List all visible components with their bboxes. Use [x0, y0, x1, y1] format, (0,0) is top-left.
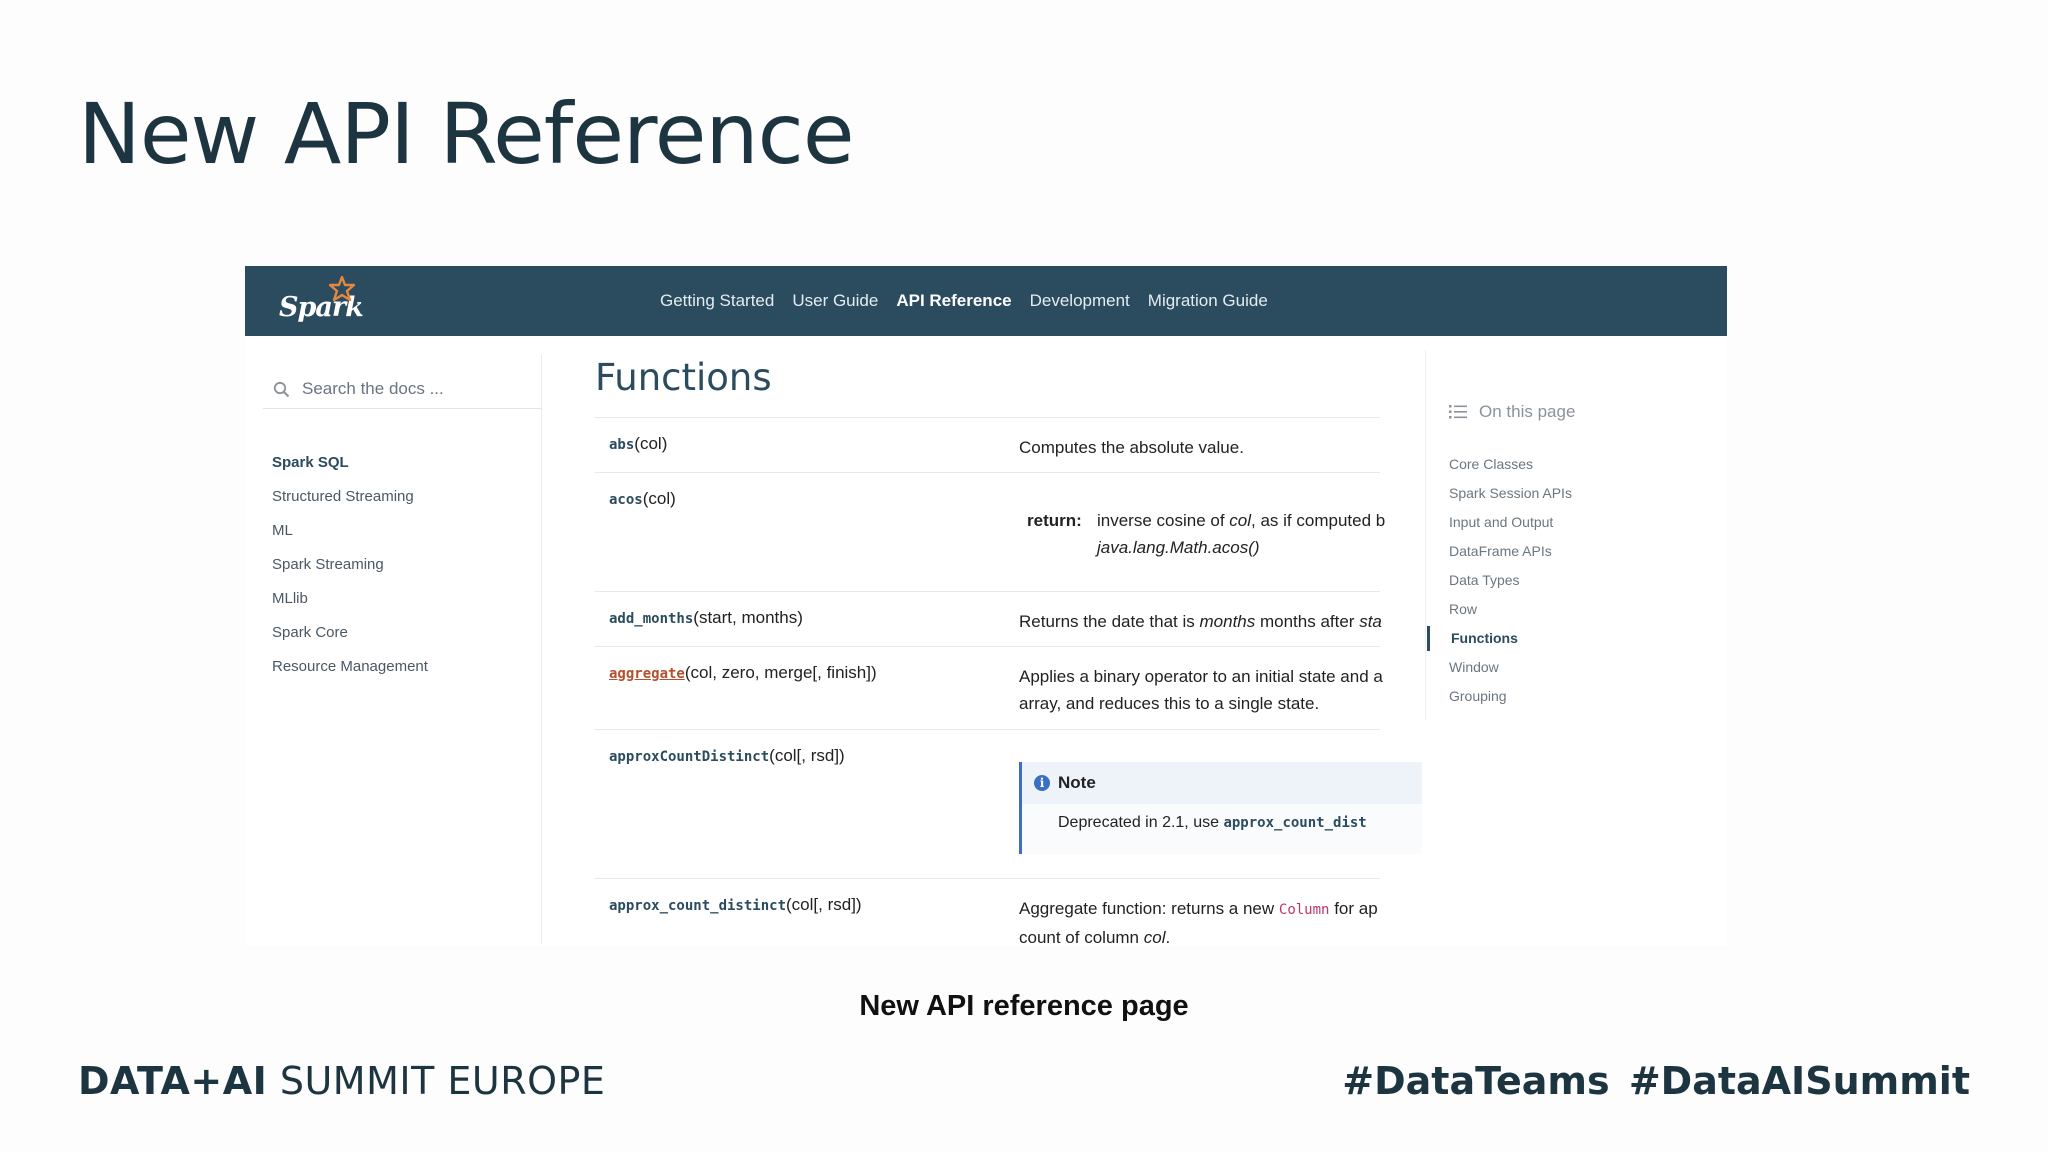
table-row: aggregate(col, zero, merge[, finish]) Ap… [595, 646, 1383, 729]
desc-code-link[interactable]: Column [1279, 902, 1330, 918]
desc-text: Aggregate function: returns a new [1019, 899, 1279, 918]
function-signature: add_months(start, months) [609, 608, 803, 628]
sidebar-item-resource-management[interactable]: Resource Management [272, 650, 428, 684]
search-box [263, 370, 541, 409]
toc-item-spark-session-apis[interactable]: Spark Session APIs [1427, 479, 1572, 508]
desc-line-2: array, and reduces this to a single stat… [1019, 694, 1320, 713]
nav-api-reference[interactable]: API Reference [896, 291, 1011, 311]
function-signature: approx_count_distinct(col[, rsd]) [609, 895, 862, 915]
sidebar-nav: Spark SQL Structured Streaming ML Spark … [272, 446, 428, 684]
function-args: (col) [634, 434, 668, 453]
toc-item-dataframe-apis[interactable]: DataFrame APIs [1427, 537, 1572, 566]
function-args: (col[, rsd]) [786, 895, 862, 914]
toc-item-grouping[interactable]: Grouping [1427, 682, 1572, 711]
table-row: add_months(start, months) Returns the da… [595, 591, 1382, 646]
nav-user-guide[interactable]: User Guide [792, 291, 878, 311]
toc-heading: On this page [1449, 402, 1575, 422]
sidebar-item-mllib[interactable]: MLlib [272, 582, 428, 616]
desc-param: months [1199, 612, 1256, 631]
table-row: abs(col) Computes the absolute value. [595, 417, 1380, 472]
sidebar-item-spark-streaming[interactable]: Spark Streaming [272, 548, 428, 582]
docs-navbar: Spark Getting Started User Guide API Ref… [245, 266, 1727, 336]
toc-item-data-types[interactable]: Data Types [1427, 566, 1572, 595]
function-description: Returns the date that is months months a… [1019, 608, 1382, 635]
function-signature: aggregate(col, zero, merge[, finish]) [609, 663, 877, 683]
function-description: Aggregate function: returns a new Column… [1019, 895, 1378, 946]
toc-item-core-classes[interactable]: Core Classes [1427, 450, 1572, 479]
list-icon [1449, 404, 1467, 420]
screenshot-caption: New API reference page [859, 990, 1189, 1022]
desc-param: col [1143, 928, 1166, 946]
sidebar-item-spark-sql[interactable]: Spark SQL [272, 446, 428, 480]
event-hashtags: #DataTeams #DataAISummit [1342, 1059, 1970, 1103]
brand-rest: SUMMIT EUROPE [267, 1059, 606, 1103]
info-icon: i [1034, 775, 1050, 791]
table-row: approx_count_distinct(col[, rsd]) Aggreg… [595, 878, 1380, 946]
page-title: Functions [595, 356, 772, 399]
search-input[interactable] [300, 378, 524, 400]
toc-item-row[interactable]: Row [1427, 595, 1572, 624]
slide-title: New API Reference [78, 85, 855, 183]
search-icon [273, 381, 290, 398]
return-description: return: inverse cosine of col, as if comp… [1027, 507, 1385, 561]
function-description: Computes the absolute value. [1019, 438, 1244, 457]
function-args: (col[, rsd]) [769, 746, 845, 765]
nav-migration-guide[interactable]: Migration Guide [1148, 291, 1268, 311]
desc-text: Returns the date that is [1019, 612, 1200, 631]
function-name-link[interactable]: approxCountDistinct [609, 749, 769, 765]
function-args: (start, months) [693, 608, 803, 627]
return-label: return: [1027, 511, 1082, 530]
return-text-cont: , as if computed b [1251, 511, 1386, 530]
deprecation-note: i Note Deprecated in 2.1, use approx_coun… [1019, 762, 1422, 854]
event-brand: DATA+AI SUMMIT EUROPE [78, 1059, 605, 1103]
note-code-link[interactable]: approx_count_dist [1223, 815, 1366, 831]
return-param: col [1229, 511, 1252, 530]
function-signature: acos(col) [609, 489, 676, 509]
sidebar-item-ml[interactable]: ML [272, 514, 428, 548]
toc-list: Core Classes Spark Session APIs Input an… [1427, 450, 1572, 711]
sidebar-divider [541, 354, 542, 944]
return-line-2: java.lang.Math.acos() [1097, 538, 1260, 557]
function-args: (col, zero, merge[, finish]) [684, 663, 877, 682]
note-body: Deprecated in 2.1, use approx_count_dist [1022, 804, 1422, 832]
function-name-link[interactable]: acos [609, 492, 643, 508]
toc-item-window[interactable]: Window [1427, 653, 1572, 682]
brand-bold: DATA+AI [78, 1059, 268, 1103]
function-name-link[interactable]: add_months [609, 611, 693, 627]
nav-links: Getting Started User Guide API Reference… [660, 266, 1268, 336]
desc-text: months after [1255, 612, 1360, 631]
function-name-link[interactable]: aggregate [609, 666, 685, 682]
note-title: Note [1058, 773, 1096, 792]
toc-divider [1425, 350, 1426, 720]
sidebar-item-structured-streaming[interactable]: Structured Streaming [272, 480, 428, 514]
note-text: Deprecated in 2.1, use [1058, 814, 1224, 831]
function-name-link[interactable]: abs [609, 437, 634, 453]
function-args: (col) [642, 489, 676, 508]
table-row: acos(col) return: inverse cosine of col, … [595, 472, 1385, 591]
desc-text: for ap [1329, 899, 1378, 918]
return-text: inverse cosine of [1097, 511, 1230, 530]
desc-param: sta [1359, 612, 1382, 631]
toc-item-input-and-output[interactable]: Input and Output [1427, 508, 1572, 537]
toc-item-functions[interactable]: Functions [1427, 624, 1572, 653]
function-description: Applies a binary operator to an initial … [1019, 663, 1383, 717]
function-signature: approxCountDistinct(col[, rsd]) [609, 746, 845, 766]
sidebar-item-spark-core[interactable]: Spark Core [272, 616, 428, 650]
docs-screenshot: Spark Getting Started User Guide API Ref… [245, 266, 1727, 946]
desc-text: . [1165, 928, 1171, 946]
nav-getting-started[interactable]: Getting Started [660, 291, 774, 311]
left-sidebar: Spark SQL Structured Streaming ML Spark … [245, 336, 541, 946]
nav-development[interactable]: Development [1030, 291, 1130, 311]
spark-star-icon [329, 276, 355, 302]
function-signature: abs(col) [609, 434, 667, 454]
function-name-link[interactable]: approx_count_distinct [609, 898, 786, 914]
note-header: i Note [1022, 762, 1422, 804]
desc-text: count of column [1019, 928, 1144, 946]
toc-heading-text: On this page [1479, 402, 1576, 421]
table-row: approxCountDistinct(col[, rsd]) i Note De… [595, 729, 1422, 878]
spark-logo[interactable]: Spark [279, 276, 364, 326]
functions-table: abs(col) Computes the absolute value. ac… [595, 417, 1422, 946]
desc-line-1: Applies a binary operator to an initial … [1019, 667, 1383, 686]
